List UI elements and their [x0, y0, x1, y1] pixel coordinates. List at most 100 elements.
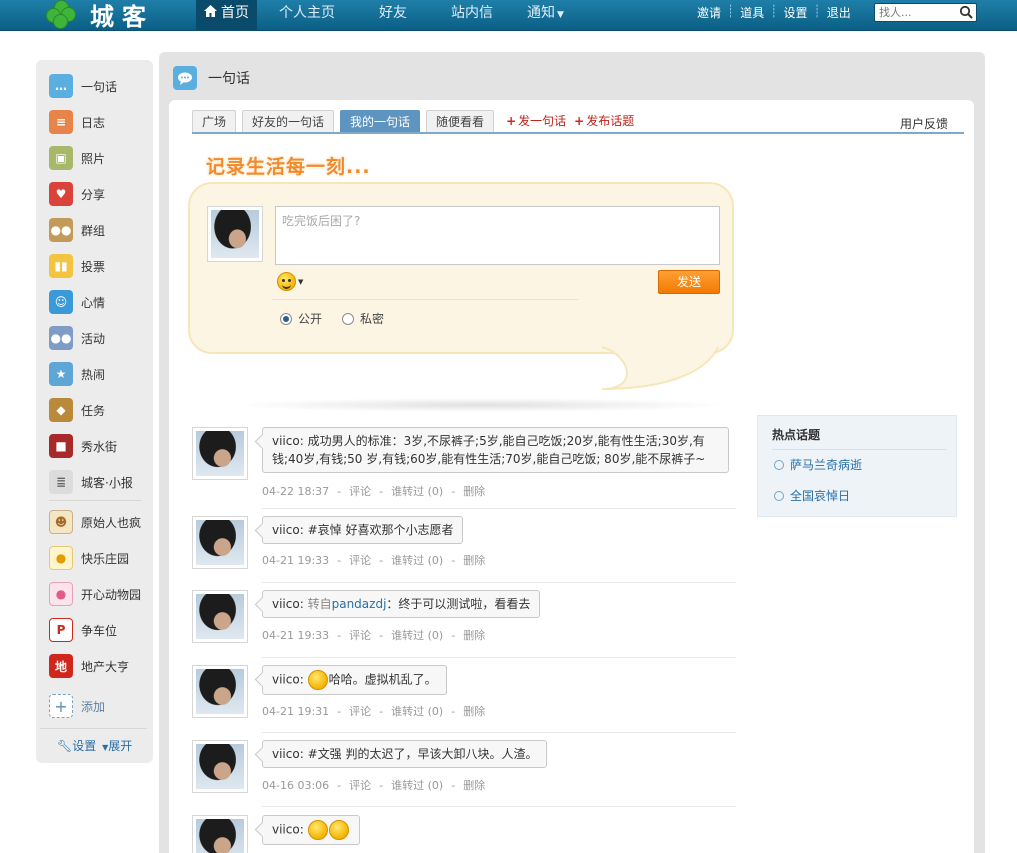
post-topic-link[interactable]: + 发布话题	[574, 110, 634, 133]
nav-messages[interactable]: 站内信	[429, 0, 515, 30]
plus-icon: +	[574, 114, 585, 128]
forwarded-link[interactable]: 谁转过 (0)	[391, 554, 443, 567]
post-avatar[interactable]	[192, 740, 248, 793]
comment-link[interactable]: 评论	[349, 779, 371, 792]
sidebar-item-caveman[interactable]: ☻ 原始人也疯	[49, 510, 141, 534]
sidebar-item-label: 分享	[81, 187, 106, 202]
forward-source-link[interactable]: pandazdj	[332, 597, 387, 611]
sidebar-item-label: 开心动物园	[81, 587, 142, 602]
sidebar-item-photos[interactable]: ▣ 照片	[49, 146, 105, 170]
sidebar-add-app[interactable]: + 添加	[49, 694, 105, 718]
comment-link[interactable]: 评论	[349, 554, 371, 567]
sidebar-item-farm[interactable]: ● 快乐庄园	[49, 546, 129, 570]
user-avatar[interactable]	[207, 206, 263, 262]
sidebar-item-status[interactable]: … 一句话	[49, 74, 117, 98]
sidebar-item-property[interactable]: 地地产大亨	[49, 654, 129, 678]
radio-public[interactable]	[280, 312, 292, 325]
hot-topic-item[interactable]: 萨马兰奇病逝	[774, 456, 862, 473]
link-items[interactable]: 道具	[740, 4, 764, 21]
sidebar-item-events[interactable]: ●● 活动	[49, 326, 105, 350]
post-message: viico: #文强 判的太迟了，早该大卸八块。人渣。	[262, 740, 548, 768]
sidebar-item-newspaper[interactable]: ≣ 城客·小报	[49, 470, 133, 494]
post-time: 04-21 19:31	[262, 705, 330, 718]
sidebar-item-shop[interactable]: ■ 秀水街	[49, 434, 117, 458]
post-avatar[interactable]	[192, 516, 248, 569]
sidebar-item-label: 群组	[81, 223, 106, 238]
post-avatar[interactable]	[192, 427, 248, 480]
tab-my-status[interactable]: 我的一句话	[340, 110, 421, 133]
sidebar-item-share[interactable]: ♥ 分享	[49, 182, 105, 206]
home-icon	[204, 0, 217, 26]
forwarded-link[interactable]: 谁转过 (0)	[391, 705, 443, 718]
forwarded-link[interactable]: 谁转过 (0)	[391, 779, 443, 792]
delete-link[interactable]: 删除	[463, 554, 485, 567]
laughing-emoji-icon	[307, 670, 328, 690]
sidebar-item-polls[interactable]: ▮▮ 投票	[49, 254, 105, 278]
search-input[interactable]	[875, 4, 955, 21]
nav-notifications[interactable]: 通知 ▼	[515, 0, 576, 30]
delete-link[interactable]: 删除	[463, 705, 485, 718]
post-username[interactable]: viico:	[272, 523, 304, 537]
sidebar-item-blog[interactable]: ≡ 日志	[49, 110, 105, 134]
post-avatar[interactable]	[192, 815, 248, 853]
post-avatar[interactable]	[192, 590, 248, 643]
post-username[interactable]: viico:	[272, 434, 304, 448]
nav-profile[interactable]: 个人主页	[257, 0, 357, 30]
post-username[interactable]: viico:	[272, 673, 304, 687]
runner-icon: ★	[49, 362, 73, 386]
search-icon[interactable]	[959, 5, 973, 19]
send-button[interactable]: 发送	[658, 270, 720, 294]
sidebar-item-groups[interactable]: ●● 群组	[49, 218, 105, 242]
link-invite[interactable]: 邀请	[697, 4, 721, 21]
sidebar-item-mood[interactable]: ☺ 心情	[49, 290, 105, 314]
sidebar-item-zoo[interactable]: ● 开心动物园	[49, 582, 141, 606]
hot-topics-divider	[772, 449, 946, 450]
hot-topic-label: 全国哀悼日	[790, 489, 851, 503]
tab-friends-status[interactable]: 好友的一句话	[242, 110, 335, 133]
post-avatar[interactable]	[192, 665, 248, 718]
hot-topic-item[interactable]: 全国哀悼日	[774, 487, 850, 504]
post-status-link[interactable]: + 发一句话	[506, 110, 566, 133]
emoji-picker-button[interactable]: ▼	[277, 272, 303, 291]
radio-private-label: 私密	[360, 312, 385, 326]
search-box	[874, 3, 977, 22]
sidebar-item-tasks[interactable]: ◆ 任务	[49, 398, 105, 422]
sidebar-settings-link[interactable]: 设置	[72, 739, 96, 753]
photo-icon: ▣	[49, 146, 73, 170]
comment-link[interactable]: 评论	[349, 485, 371, 498]
event-icon: ●●	[49, 326, 73, 350]
sidebar-item-hot[interactable]: ★ 热闹	[49, 362, 105, 386]
tab-square[interactable]: 广场	[192, 110, 237, 133]
site-logo[interactable]: 城客	[46, 0, 154, 31]
feedback-link[interactable]: 用户反馈	[900, 115, 948, 132]
tab-browse[interactable]: 随便看看	[426, 110, 495, 133]
chevron-down-icon: ▼	[298, 277, 304, 286]
speech-bubble-icon	[173, 66, 197, 90]
sidebar-item-label: 原始人也疯	[81, 515, 142, 530]
comment-link[interactable]: 评论	[349, 705, 371, 718]
delete-link[interactable]: 删除	[463, 629, 485, 642]
link-logout[interactable]: 退出	[827, 4, 851, 21]
post-username[interactable]: viico:	[272, 597, 304, 611]
sidebar-item-parking[interactable]: P 争车位	[49, 618, 117, 642]
post-meta: 04-16 03:06- 评论 - 谁转过 (0) - 删除	[262, 779, 486, 792]
post-message: viico: 成功男人的标准：3岁,不尿裤子;5岁,能自己吃饭;20岁,能有性生…	[262, 427, 729, 473]
forwarded-link[interactable]: 谁转过 (0)	[391, 629, 443, 642]
delete-link[interactable]: 删除	[463, 779, 485, 792]
comment-link[interactable]: 评论	[349, 629, 371, 642]
nav-friends[interactable]: 好友	[357, 0, 429, 30]
radio-private[interactable]	[342, 312, 355, 325]
nav-home[interactable]: 首页	[196, 0, 257, 30]
status-textarea[interactable]: 吃完饭后困了?	[275, 206, 720, 265]
forwarded-link[interactable]: 谁转过 (0)	[391, 485, 443, 498]
notepad-icon: ≡	[49, 110, 73, 134]
post-username[interactable]: viico:	[272, 747, 304, 761]
sidebar-expand-link[interactable]: 展开	[108, 739, 132, 753]
top-links: 邀请 ┊ 道具 ┊ 设置 ┊ 退出	[697, 4, 851, 21]
slogan-banner: 记录生活每一刻...	[206, 156, 371, 178]
post-username[interactable]: viico:	[272, 823, 304, 837]
link-settings[interactable]: 设置	[784, 4, 808, 21]
poll-icon: ▮▮	[49, 254, 73, 278]
logo-text: 城客	[90, 3, 154, 31]
delete-link[interactable]: 删除	[463, 485, 485, 498]
